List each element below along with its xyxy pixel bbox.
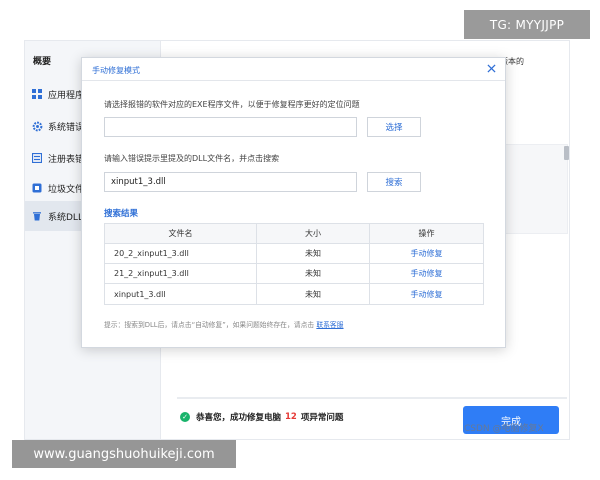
cell-filename: 20_2_xinput1_3.dll [105,244,257,263]
background-scrollbar[interactable] [564,146,569,160]
table-row: 21_2_xinput1_3.dll 未知 手动修复 [105,264,483,284]
table-row: xinput1_3.dll 未知 手动修复 [105,284,483,304]
grid-icon [31,88,43,100]
manual-repair-link[interactable]: 手动修复 [411,248,443,259]
title-divider [82,80,505,81]
sidebar-item-label: 系统DLL [48,212,83,223]
registry-icon [31,152,43,164]
select-button[interactable]: 选择 [367,117,421,137]
fixed-count: 12 [285,412,297,422]
close-icon [486,63,496,73]
contact-support-link[interactable]: 联系客服 [316,321,343,329]
column-header-size: 大小 [257,224,370,243]
box-icon [31,182,43,194]
table-row: 20_2_xinput1_3.dll 未知 手动修复 [105,244,483,264]
results-title: 搜索结果 [104,209,139,219]
close-button[interactable] [484,61,498,75]
sidebar-item-label: 注册表错 [48,154,85,165]
table-header: 文件名 大小 操作 [105,224,483,244]
column-header-filename: 文件名 [105,224,257,243]
manual-repair-dialog: 手动修复模式 请选择报错的软件对应的EXE程序文件，以便于修复程序更好的定位问题… [81,57,506,348]
exe-prompt: 请选择报错的软件对应的EXE程序文件，以便于修复程序更好的定位问题 [104,100,360,109]
exe-path-input[interactable] [104,117,357,137]
dll-name-input[interactable]: xinput1_3.dll [104,172,357,192]
results-table: 文件名 大小 操作 20_2_xinput1_3.dll 未知 手动修复 21_… [104,223,484,305]
sidebar-item-label: 系统错误 [48,122,85,133]
csdn-watermark: CSDN @电脑修复X [464,424,544,434]
gear-icon [31,120,43,132]
bottom-divider [177,397,567,399]
sidebar-item-label: 应用程序 [48,90,85,101]
dialog-title: 手动修复模式 [92,66,140,75]
cell-filename: 21_2_xinput1_3.dll [105,264,257,283]
column-header-action: 操作 [418,229,435,238]
tg-watermark: TG: MYYJJPP [464,10,590,39]
sidebar-item-label: 垃圾文件 [48,184,85,195]
success-message: ✓ 恭喜您，成功修复电脑 12 项异常问题 [180,411,343,423]
sidebar-header: 概要 [33,57,52,67]
search-button[interactable]: 搜索 [367,172,421,192]
trash-icon [31,210,43,222]
url-watermark: www.guangshuohuikeji.com [12,440,236,468]
dll-prompt: 请输入错误提示里提及的DLL文件名，并点击搜索 [104,154,280,163]
cell-size: 未知 [257,264,370,283]
cell-filename: xinput1_3.dll [105,284,257,304]
manual-repair-link[interactable]: 手动修复 [411,289,443,300]
hint-text: 提示：搜索到DLL后，请点击“自动修复”，如果问题始终存在，请点击 联系客服 [104,321,344,329]
cell-size: 未知 [257,284,370,304]
manual-repair-link[interactable]: 手动修复 [411,268,443,279]
check-circle-icon: ✓ [180,412,190,422]
cell-size: 未知 [257,244,370,263]
